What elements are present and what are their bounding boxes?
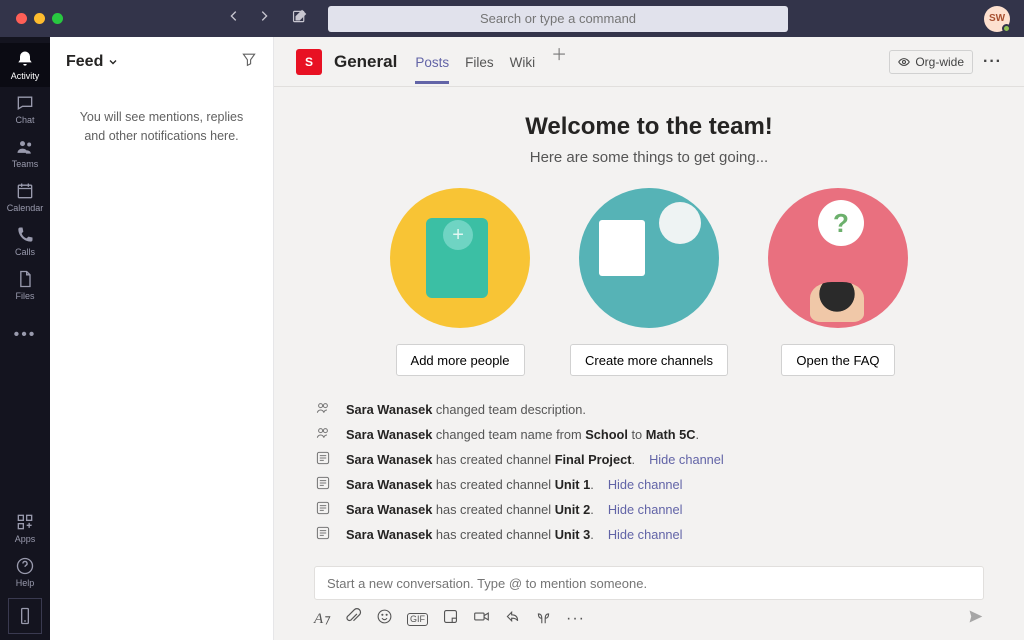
add-people-button[interactable]: Add more people: [396, 344, 525, 376]
nav-back-icon[interactable]: [223, 5, 245, 32]
channel-icon: [314, 525, 332, 544]
avatar-initials: SW: [989, 13, 1005, 24]
giphy-icon[interactable]: GIF: [407, 613, 428, 626]
tab-files[interactable]: Files: [465, 41, 494, 83]
format-icon[interactable]: A⁊: [314, 611, 331, 628]
nav-forward-icon[interactable]: [253, 5, 275, 32]
eye-icon: [898, 56, 910, 68]
send-icon[interactable]: [967, 608, 984, 630]
rail-files[interactable]: Files: [0, 263, 50, 307]
open-faq-button[interactable]: Open the FAQ: [781, 344, 894, 376]
card-faq: Open the FAQ: [768, 188, 908, 376]
team-icon: [314, 400, 332, 419]
rail-mobile-icon[interactable]: [8, 598, 42, 634]
composer-more-icon[interactable]: ···: [566, 610, 585, 628]
sticker-icon[interactable]: [442, 608, 459, 630]
search-input[interactable]: [328, 11, 788, 26]
event-row: Sara Wanasek has created channel Unit 1.…: [314, 475, 984, 494]
event-row: Sara Wanasek has created channel Unit 2.…: [314, 500, 984, 519]
search-box[interactable]: [328, 6, 788, 32]
create-channels-button[interactable]: Create more channels: [570, 344, 728, 376]
team-icon: [314, 425, 332, 444]
rail-teams[interactable]: Teams: [0, 131, 50, 175]
stream-icon[interactable]: [504, 608, 521, 630]
window-controls[interactable]: [16, 13, 63, 24]
card-create-channels: Create more channels: [570, 188, 728, 376]
event-row: Sara Wanasek changed team name from Scho…: [314, 425, 984, 444]
channel-avatar: S: [296, 49, 322, 75]
main-area: S General Posts Files Wiki ＋ Org-wide ··…: [274, 37, 1024, 640]
hide-channel-link[interactable]: Hide channel: [608, 527, 683, 542]
hide-channel-link[interactable]: Hide channel: [649, 452, 724, 467]
attach-icon[interactable]: [345, 608, 362, 630]
hide-channel-link[interactable]: Hide channel: [608, 502, 683, 517]
hide-channel-link[interactable]: Hide channel: [608, 477, 683, 492]
minimize-dot[interactable]: [34, 13, 45, 24]
zoom-dot[interactable]: [52, 13, 63, 24]
title-bar: SW: [0, 0, 1024, 37]
rail-more-icon[interactable]: •••: [14, 319, 37, 351]
rail-calls[interactable]: Calls: [0, 219, 50, 263]
org-wide-pill[interactable]: Org-wide: [889, 50, 973, 74]
card-add-people: Add more people: [390, 188, 530, 376]
composer-input[interactable]: [327, 576, 971, 591]
channel-icon: [314, 475, 332, 494]
welcome-sub: Here are some things to get going...: [314, 149, 984, 166]
tab-wiki[interactable]: Wiki: [510, 41, 536, 83]
tab-posts[interactable]: Posts: [415, 41, 449, 83]
channel-name: General: [334, 52, 397, 72]
feed-panel: Feed You will see mentions, replies and …: [50, 37, 274, 640]
rail-help[interactable]: Help: [0, 550, 50, 594]
channel-header: S General Posts Files Wiki ＋ Org-wide ··…: [274, 37, 1024, 87]
chevron-down-icon: [107, 56, 119, 68]
event-row: Sara Wanasek changed team description.: [314, 400, 984, 419]
system-events: Sara Wanasek changed team description. Sa…: [314, 400, 984, 560]
channel-more-icon[interactable]: ···: [983, 53, 1002, 71]
praise-icon[interactable]: [535, 608, 552, 630]
composer: A⁊ GIF ···: [314, 566, 984, 630]
rail-activity[interactable]: Activity: [0, 43, 50, 87]
rail-apps[interactable]: Apps: [0, 506, 50, 550]
event-row: Sara Wanasek has created channel Final P…: [314, 450, 984, 469]
filter-icon[interactable]: [241, 51, 257, 72]
compose-icon[interactable]: [291, 8, 308, 30]
avatar[interactable]: SW: [984, 6, 1010, 32]
emoji-icon[interactable]: [376, 608, 393, 630]
illustration-faq: [768, 188, 908, 328]
rail-chat[interactable]: Chat: [0, 87, 50, 131]
feed-title[interactable]: Feed: [66, 53, 119, 71]
add-tab-icon[interactable]: ＋: [551, 41, 567, 83]
channel-icon: [314, 500, 332, 519]
welcome-heading: Welcome to the team!: [314, 113, 984, 141]
presence-dot: [1002, 24, 1011, 33]
channel-icon: [314, 450, 332, 469]
event-row: Sara Wanasek has created channel Unit 3.…: [314, 525, 984, 544]
illustration-people: [390, 188, 530, 328]
meet-now-icon[interactable]: [473, 608, 490, 630]
rail-calendar[interactable]: Calendar: [0, 175, 50, 219]
welcome-block: Welcome to the team! Here are some thing…: [314, 113, 984, 166]
composer-box[interactable]: [314, 566, 984, 600]
app-rail: Activity Chat Teams Calendar Calls Files…: [0, 37, 50, 640]
feed-empty-text: You will see mentions, replies and other…: [66, 108, 257, 146]
close-dot[interactable]: [16, 13, 27, 24]
illustration-channels: [579, 188, 719, 328]
